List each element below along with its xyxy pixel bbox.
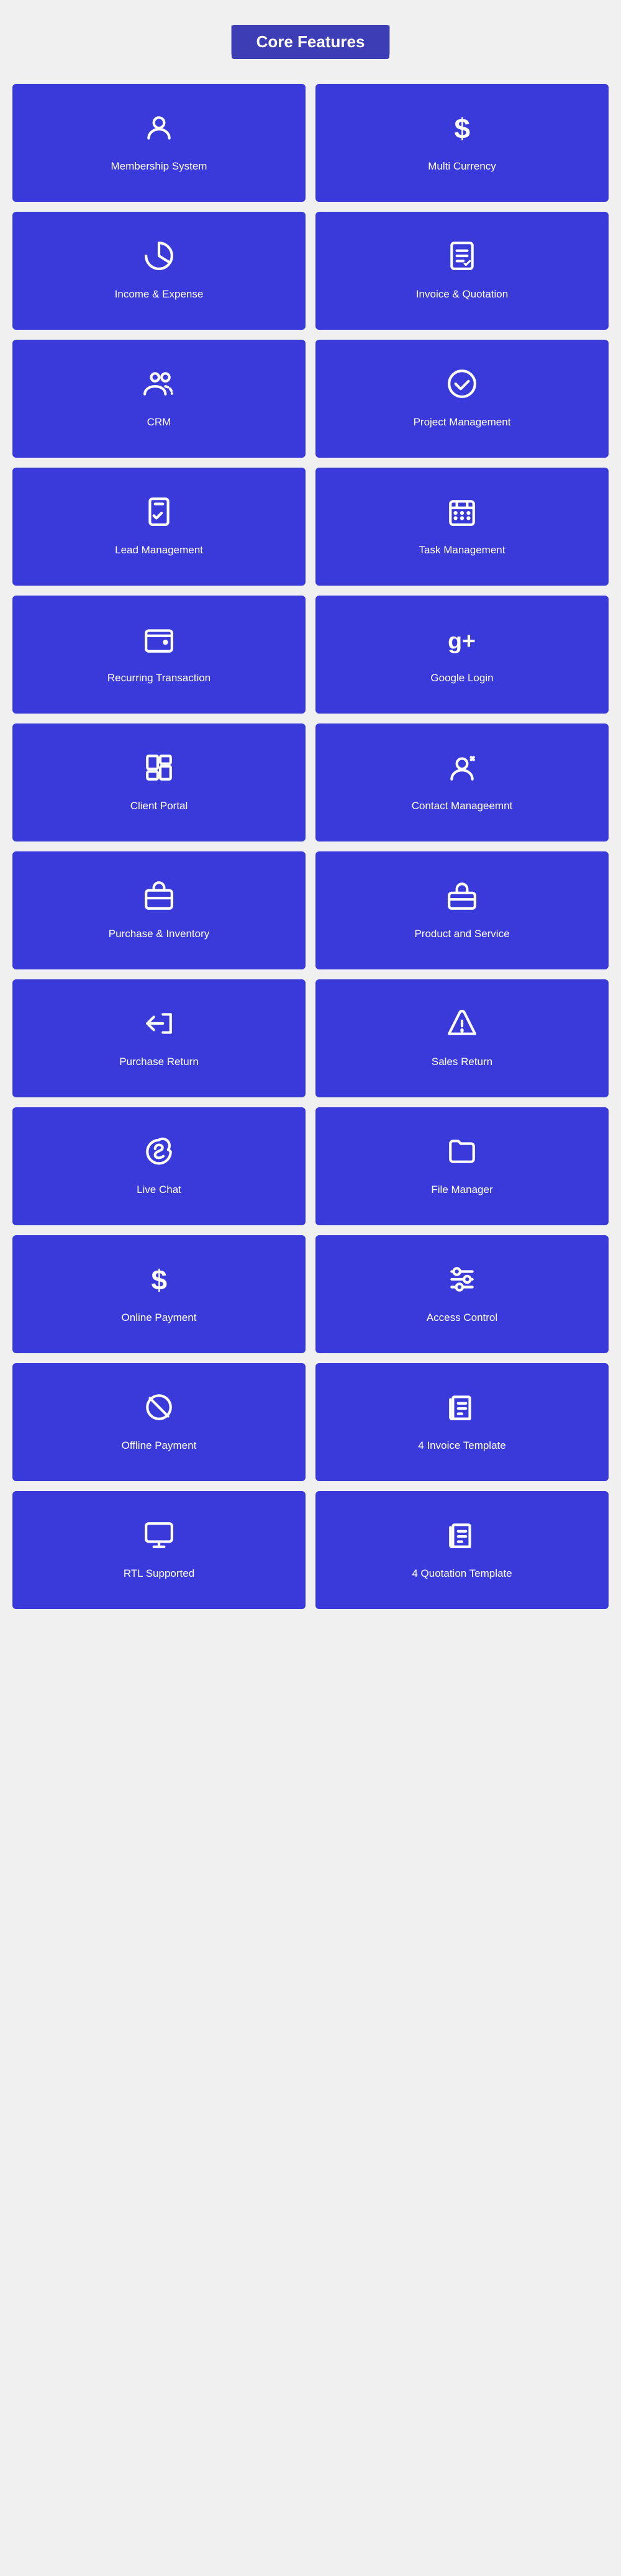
purchase-return-icon xyxy=(143,1008,175,1044)
quotation-template-icon xyxy=(446,1520,478,1556)
feature-card-offline-payment[interactable]: Offline Payment xyxy=(12,1363,306,1481)
feature-card-live-chat[interactable]: Live Chat xyxy=(12,1107,306,1225)
live-chat-icon xyxy=(143,1136,175,1172)
feature-card-invoice-quotation[interactable]: Invoice & Quotation xyxy=(315,212,609,330)
income-expense-label: Income & Expense xyxy=(115,288,204,301)
feature-card-crm[interactable]: CRM xyxy=(12,340,306,458)
crm-icon xyxy=(143,368,175,404)
multi-currency-label: Multi Currency xyxy=(428,160,496,173)
feature-card-task-management[interactable]: Task Management xyxy=(315,468,609,586)
contact-management-label: Contact Manageemnt xyxy=(412,799,513,813)
feature-card-project-management[interactable]: Project Management xyxy=(315,340,609,458)
lead-management-label: Lead Management xyxy=(115,543,203,557)
recurring-transaction-icon xyxy=(143,624,175,660)
rtl-supported-icon xyxy=(143,1520,175,1556)
project-management-label: Project Management xyxy=(414,415,511,429)
contact-management-icon xyxy=(446,752,478,788)
feature-card-google-login[interactable]: g+ Google Login xyxy=(315,596,609,714)
svg-text:g+: g+ xyxy=(448,628,476,654)
task-management-icon xyxy=(446,496,478,532)
project-management-icon xyxy=(446,368,478,404)
invoice-template-icon xyxy=(446,1392,478,1428)
feature-card-file-manager[interactable]: File Manager xyxy=(315,1107,609,1225)
membership-system-icon xyxy=(143,112,175,148)
crm-label: CRM xyxy=(147,415,171,429)
feature-card-purchase-return[interactable]: Purchase Return xyxy=(12,979,306,1097)
feature-card-rtl-supported[interactable]: RTL Supported xyxy=(12,1491,306,1609)
feature-card-contact-management[interactable]: Contact Manageemnt xyxy=(315,723,609,841)
feature-card-purchase-inventory[interactable]: Purchase & Inventory xyxy=(12,851,306,969)
header-title: Core Features xyxy=(232,25,390,59)
purchase-return-label: Purchase Return xyxy=(119,1055,199,1069)
access-control-icon xyxy=(446,1264,478,1300)
invoice-quotation-icon xyxy=(446,240,478,276)
product-service-label: Product and Service xyxy=(414,927,509,941)
product-service-icon xyxy=(446,880,478,916)
live-chat-label: Live Chat xyxy=(137,1183,181,1197)
feature-card-lead-management[interactable]: Lead Management xyxy=(12,468,306,586)
purchase-inventory-icon xyxy=(143,880,175,916)
feature-card-product-service[interactable]: Product and Service xyxy=(315,851,609,969)
feature-card-client-portal[interactable]: Client Portal xyxy=(12,723,306,841)
feature-card-access-control[interactable]: Access Control xyxy=(315,1235,609,1353)
membership-system-label: Membership System xyxy=(111,160,207,173)
feature-card-invoice-template[interactable]: 4 Invoice Template xyxy=(315,1363,609,1481)
sales-return-label: Sales Return xyxy=(432,1055,492,1069)
feature-card-quotation-template[interactable]: 4 Quotation Template xyxy=(315,1491,609,1609)
invoice-quotation-label: Invoice & Quotation xyxy=(416,288,508,301)
client-portal-icon xyxy=(143,752,175,788)
google-login-label: Google Login xyxy=(430,671,493,685)
access-control-label: Access Control xyxy=(427,1311,497,1325)
feature-card-income-expense[interactable]: Income & Expense xyxy=(12,212,306,330)
offline-payment-icon xyxy=(143,1392,175,1428)
income-expense-icon xyxy=(143,240,175,276)
feature-card-sales-return[interactable]: Sales Return xyxy=(315,979,609,1097)
client-portal-label: Client Portal xyxy=(130,799,188,813)
file-manager-icon xyxy=(446,1136,478,1172)
quotation-template-label: 4 Quotation Template xyxy=(412,1567,512,1581)
lead-management-icon xyxy=(143,496,175,532)
feature-card-recurring-transaction[interactable]: Recurring Transaction xyxy=(12,596,306,714)
online-payment-icon: $ xyxy=(143,1264,175,1300)
multi-currency-icon: $ xyxy=(446,112,478,148)
feature-card-multi-currency[interactable]: $ Multi Currency xyxy=(315,84,609,202)
feature-card-membership-system[interactable]: Membership System xyxy=(12,84,306,202)
sales-return-icon xyxy=(446,1008,478,1044)
recurring-transaction-label: Recurring Transaction xyxy=(107,671,211,685)
rtl-supported-label: RTL Supported xyxy=(124,1567,194,1581)
purchase-inventory-label: Purchase & Inventory xyxy=(109,927,210,941)
features-grid: Membership System $ Multi Currency Income &… xyxy=(12,84,609,1609)
online-payment-label: Online Payment xyxy=(122,1311,197,1325)
offline-payment-label: Offline Payment xyxy=(122,1439,197,1453)
google-login-icon: g+ xyxy=(446,624,478,660)
file-manager-label: File Manager xyxy=(431,1183,492,1197)
svg-text:$: $ xyxy=(152,1264,168,1295)
svg-text:$: $ xyxy=(455,113,471,143)
invoice-template-label: 4 Invoice Template xyxy=(418,1439,505,1453)
task-management-label: Task Management xyxy=(419,543,505,557)
feature-card-online-payment[interactable]: $ Online Payment xyxy=(12,1235,306,1353)
